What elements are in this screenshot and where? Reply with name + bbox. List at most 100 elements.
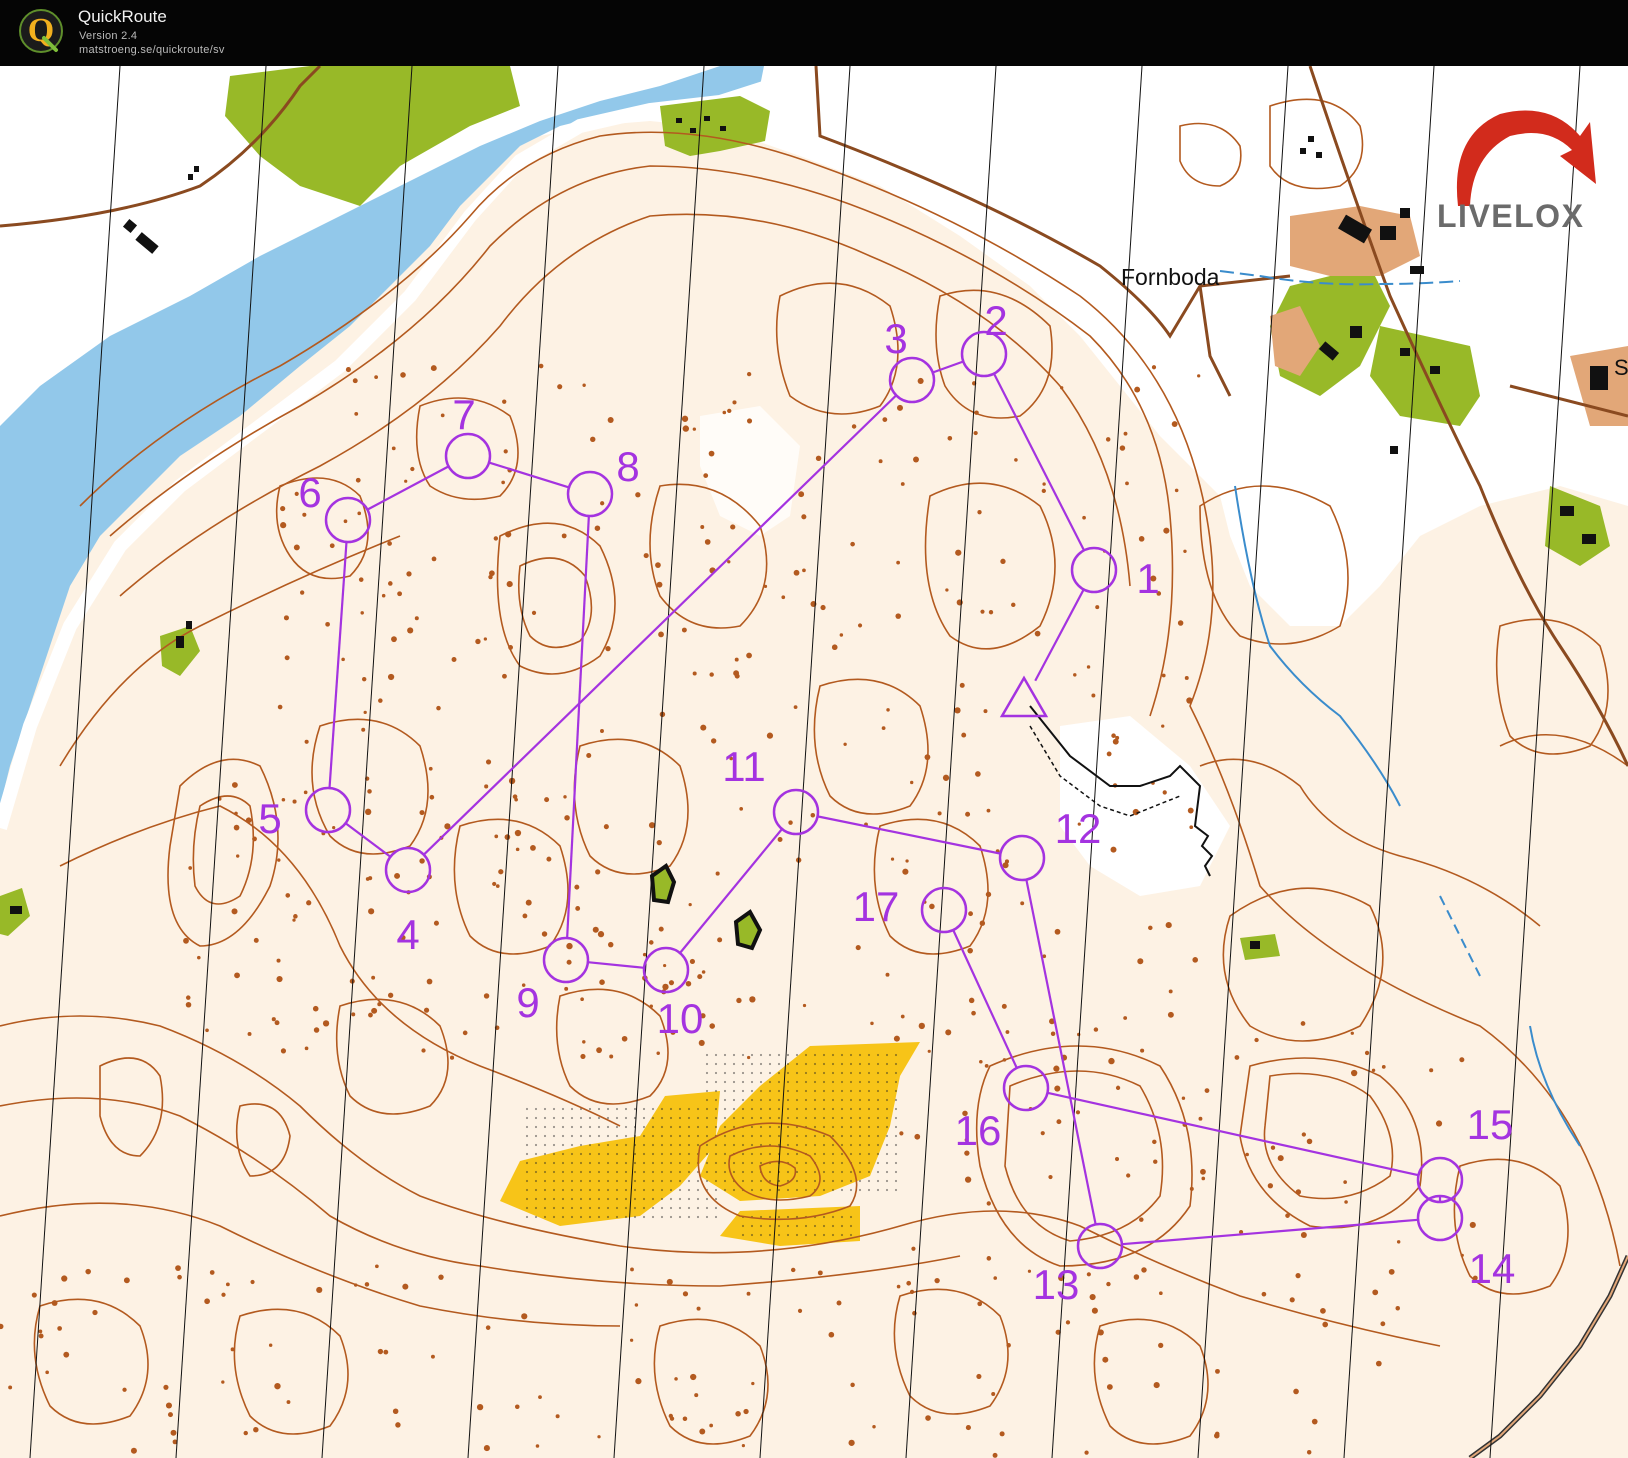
knoll-dot [704, 539, 711, 545]
yellow-dot [750, 1233, 754, 1237]
yellow-dot [840, 1170, 844, 1174]
knoll-dot [274, 1020, 280, 1026]
yellow-dot [867, 1098, 871, 1102]
yellow-dot [831, 1071, 835, 1075]
knoll-dot [895, 613, 902, 619]
yellow-dot [597, 1134, 601, 1138]
knoll-dot [1396, 1240, 1401, 1244]
yellow-dot [741, 1134, 745, 1138]
yellow-dot [822, 1080, 826, 1084]
yellow-dot [831, 1170, 835, 1174]
yellow-dot [768, 1071, 772, 1075]
yellow-dot [786, 1215, 790, 1219]
yellow-dot [723, 1107, 727, 1111]
yellow-dot [660, 1125, 664, 1129]
knoll-dot [715, 871, 720, 876]
yellow-dot [723, 1134, 727, 1138]
yellow-dot [570, 1143, 574, 1147]
knoll-dot [986, 1201, 991, 1206]
yellow-dot [813, 1116, 817, 1120]
yellow-dot [876, 1125, 880, 1129]
yellow-dot [813, 1062, 817, 1066]
yellow-dot [696, 1215, 700, 1219]
yellow-dot [831, 1080, 835, 1084]
knoll-dot [1053, 1065, 1060, 1072]
yellow-dot [885, 1116, 889, 1120]
knoll-dot [1139, 1217, 1144, 1222]
yellow-dot [588, 1215, 592, 1219]
yellow-dot [831, 1098, 835, 1102]
yellow-dot [552, 1134, 556, 1138]
knoll-dot [709, 1023, 716, 1029]
knoll-dot [564, 815, 570, 821]
yellow-dot [525, 1197, 529, 1201]
knoll-dot [1171, 421, 1178, 427]
knoll-dot [440, 413, 445, 418]
knoll-dot [392, 1408, 399, 1415]
yellow-dot [876, 1161, 880, 1165]
yellow-dot [714, 1080, 718, 1084]
knoll-dot [51, 1300, 58, 1306]
yellow-dot [867, 1134, 871, 1138]
yellow-dot [858, 1170, 862, 1174]
knoll-dot [937, 811, 942, 816]
yellow-dot [831, 1152, 835, 1156]
yellow-dot [849, 1071, 853, 1075]
yellow-dot [606, 1143, 610, 1147]
yellow-dot [786, 1152, 790, 1156]
yellow-dot [588, 1107, 592, 1111]
yellow-dot [705, 1143, 709, 1147]
knoll-dot [1123, 431, 1128, 436]
yellow-dot [732, 1143, 736, 1147]
knoll-dot [1183, 549, 1187, 553]
yellow-dot [714, 1206, 718, 1210]
yellow-dot [651, 1179, 655, 1183]
knoll-dot [252, 836, 257, 842]
yellow-dot [660, 1206, 664, 1210]
yellow-dot [795, 1188, 799, 1192]
knoll-dot [945, 588, 949, 592]
yellow-dot [831, 1224, 835, 1228]
yellow-dot [624, 1197, 628, 1201]
knoll-dot [1254, 1037, 1259, 1043]
yellow-dot [876, 1179, 880, 1183]
knoll-dot [900, 1014, 905, 1019]
knoll-dot [749, 996, 756, 1003]
knoll-dot [710, 738, 717, 744]
knoll-dot [905, 859, 909, 863]
yellow-dot [822, 1134, 826, 1138]
knoll-dot [167, 1412, 173, 1418]
knoll-dot [793, 705, 798, 709]
knoll-dot [1201, 1176, 1206, 1181]
knoll-dot [303, 790, 308, 795]
yellow-dot [561, 1188, 565, 1192]
yellow-dot [669, 1152, 673, 1156]
yellow-dot [615, 1125, 619, 1129]
yellow-dot [714, 1197, 718, 1201]
control-number: 14 [1469, 1245, 1516, 1292]
knoll-dot [1295, 1189, 1302, 1195]
yellow-dot [732, 1062, 736, 1066]
knoll-dot [590, 436, 596, 443]
knoll-dot [1111, 733, 1116, 738]
yellow-dot [732, 1188, 736, 1192]
yellow-dot [741, 1071, 745, 1075]
yellow-dot [588, 1188, 592, 1192]
yellow-dot [759, 1080, 763, 1084]
yellow-dot [624, 1188, 628, 1192]
knoll-dot [1089, 1293, 1096, 1301]
knoll-dot [1105, 437, 1111, 442]
knoll-dot [985, 891, 992, 898]
knoll-dot [1102, 1356, 1109, 1363]
yellow-dot [561, 1143, 565, 1147]
knoll-dot [947, 435, 953, 441]
yellow-dot [534, 1170, 538, 1174]
knoll-dot [629, 1338, 634, 1342]
orienteering-map[interactable]: 123456789 10111213 14151617 Fornboda S LIV… [0, 66, 1628, 1458]
yellow-dot [759, 1134, 763, 1138]
knoll-dot [188, 866, 193, 870]
yellow-dot [849, 1143, 853, 1147]
yellow-dot [606, 1206, 610, 1210]
yellow-dot [840, 1080, 844, 1084]
yellow-dot [831, 1161, 835, 1165]
